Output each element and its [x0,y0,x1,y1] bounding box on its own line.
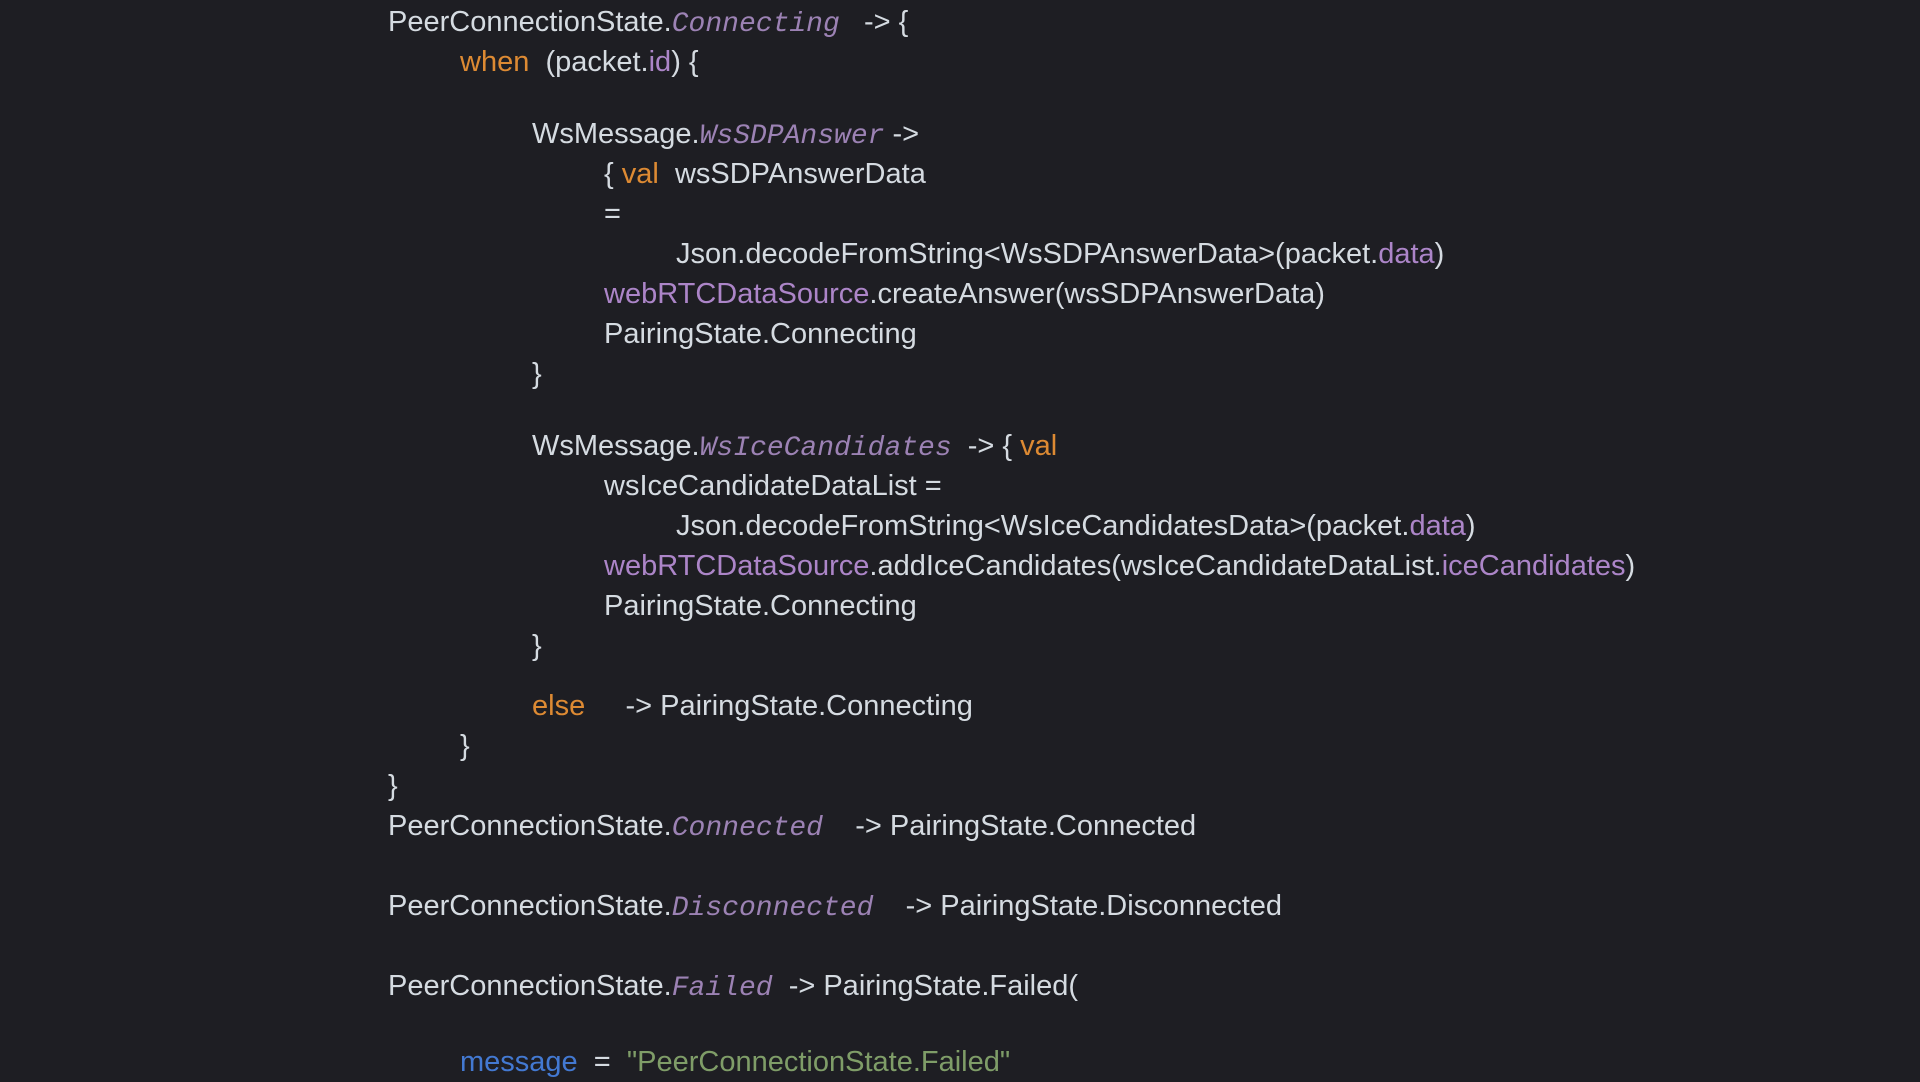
code-token-plain: } [460,730,470,762]
code-token-plain: ) [1434,238,1445,270]
code-line: PeerConnectionState.Disconnected -> Pair… [388,886,1635,926]
code-token-plain: WsMessage. [532,118,700,150]
code-line: PeerConnectionState.Connected -> Pairing… [388,806,1635,846]
code-token-decl: message [460,1046,578,1078]
code-token-kw: when [460,46,530,78]
code-token-plain: -> PairingState.Failed( [772,970,1079,1002]
code-token-plain: { [604,158,622,190]
code-token-plain: Json.decodeFromString<WsSDPAnswerData>(p… [676,238,1379,270]
code-token-plain: WsMessage. [532,430,700,462]
code-line: WsMessage.WsSDPAnswer -> [388,114,1635,154]
code-token-plain: -> { [951,430,1021,462]
code-token-plain: } [388,770,398,802]
code-block: PeerConnectionState.Connecting -> {when … [388,2,1635,1082]
code-token-plain: PairingState.Connecting [604,318,917,350]
code-token-plain: ) [1625,550,1636,582]
code-token-enum: Connecting [671,9,840,40]
code-line: webRTCDataSource.createAnswer(wsSDPAnswe… [388,274,1635,314]
code-line: webRTCDataSource.addIceCandidates(wsIceC… [388,546,1635,586]
code-line: } [388,626,1635,666]
code-token-enum: WsSDPAnswer [699,121,885,152]
code-line: Json.decodeFromString<WsIceCandidatesDat… [388,506,1635,546]
code-token-plain: PairingState.Connecting [604,590,917,622]
code-token-plain: .addIceCandidates(wsIceCandidateDataList… [869,550,1442,582]
code-token-enum: Failed [671,973,773,1004]
code-token-plain: = [577,1046,627,1078]
code-token-plain: wsIceCandidateDataList = [604,470,942,502]
code-token-plain: -> { [839,6,909,38]
code-token-kw: val [621,158,659,190]
code-token-plain: -> PairingState.Connected [822,810,1197,842]
code-token-str: "PeerConnectionState.Failed" [626,1046,1011,1078]
screen: { "colors": { "background": "#1e1e23", "… [0,0,1920,1079]
code-token-prop: webRTCDataSource [604,278,870,310]
code-token-enum: Connected [671,813,823,844]
code-token-kw: val [1020,430,1058,462]
code-line: = [388,194,1635,234]
code-line: else -> PairingState.Connecting [388,686,1635,726]
code-token-plain: PeerConnectionState. [388,6,672,38]
code-token-plain: Json.decodeFromString<WsIceCandidatesDat… [676,510,1410,542]
code-token-plain: -> [884,118,920,150]
code-token-prop: webRTCDataSource [604,550,870,582]
code-token-kw: else [532,690,586,722]
code-token-plain: -> PairingState.Connecting [585,690,973,722]
code-line: } [388,766,1635,806]
code-line: WsMessage.WsIceCandidates -> { val [388,426,1635,466]
code-token-plain: PeerConnectionState. [388,970,672,1002]
code-line: PeerConnectionState.Failed -> PairingSta… [388,966,1635,1006]
code-token-plain: = [604,198,621,230]
code-line: when (packet.id) { [388,42,1635,82]
code-token-plain: (packet. [529,46,649,78]
code-token-plain: -> PairingState.Disconnected [873,890,1283,922]
code-token-prop: id [648,46,672,78]
code-token-plain: ) [1465,510,1476,542]
code-token-plain: .createAnswer(wsSDPAnswerData) [869,278,1325,310]
code-token-plain: wsSDPAnswerData [658,158,926,190]
code-line: message = "PeerConnectionState.Failed" [388,1042,1635,1082]
code-line: } [388,354,1635,394]
code-line: PairingState.Connecting [388,314,1635,354]
code-line: PairingState.Connecting [388,586,1635,626]
code-line: { val wsSDPAnswerData [388,154,1635,194]
code-token-plain: } [532,630,542,662]
code-token-plain: } [532,358,542,390]
code-token-prop: data [1409,510,1466,542]
code-line: Json.decodeFromString<WsSDPAnswerData>(p… [388,234,1635,274]
code-token-enum: Disconnected [671,893,874,924]
code-token-enum: WsIceCandidates [699,433,952,464]
code-token-plain: ) { [671,46,699,78]
code-token-plain: PeerConnectionState. [388,810,672,842]
code-token-prop: iceCandidates [1441,550,1626,582]
code-line: wsIceCandidateDataList = [388,466,1635,506]
code-line: PeerConnectionState.Connecting -> { [388,2,1635,42]
code-token-prop: data [1378,238,1435,270]
code-token-plain: PeerConnectionState. [388,890,672,922]
code-line: } [388,726,1635,766]
